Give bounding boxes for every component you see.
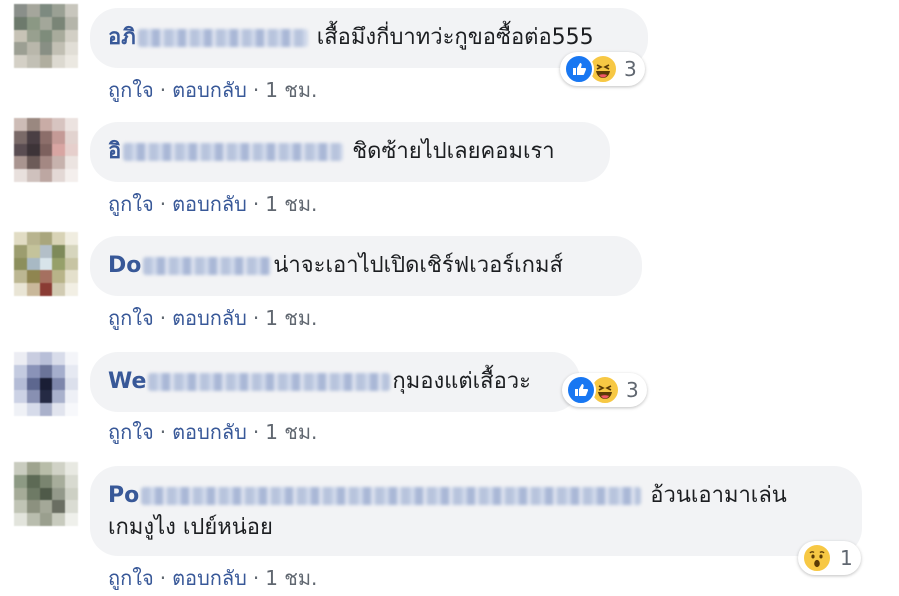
author-name[interactable]: อิ bbox=[108, 139, 121, 164]
timestamp[interactable]: 1 ชม. bbox=[265, 566, 317, 590]
comment-text: เสื้อมึงกี่บาทว่ะกูขอซื้อต่อ555 bbox=[316, 25, 594, 50]
reaction-summary[interactable]: 3 bbox=[560, 52, 645, 86]
comment-bubble: อิ ชิดซ้ายไปเลยคอมเรา bbox=[90, 122, 610, 182]
separator-dot: · bbox=[252, 192, 260, 216]
redacted-name bbox=[141, 487, 642, 505]
author-name[interactable]: Po bbox=[108, 483, 139, 508]
like-link[interactable]: ถูกใจ bbox=[108, 78, 154, 102]
comment-actions: ถูกใจ · ตอบกลับ · 1 ชม. bbox=[108, 188, 317, 220]
timestamp[interactable]: 1 ชม. bbox=[265, 306, 317, 330]
separator-dot: · bbox=[252, 420, 260, 444]
reaction-count: 3 bbox=[624, 57, 637, 81]
avatar[interactable] bbox=[14, 232, 78, 296]
reaction-summary[interactable]: 1 bbox=[798, 541, 861, 575]
redacted-name bbox=[137, 29, 308, 47]
reaction-count: 3 bbox=[626, 378, 639, 402]
comment-actions: ถูกใจ · ตอบกลับ · 1 ชม. bbox=[108, 74, 317, 106]
comment-bubble: Do น่าจะเอาไปเปิดเชิร์ฟเวอร์เกมส์ bbox=[90, 236, 642, 296]
like-link[interactable]: ถูกใจ bbox=[108, 566, 154, 590]
separator-dot: · bbox=[159, 192, 167, 216]
author-name[interactable]: Do bbox=[108, 253, 141, 278]
avatar[interactable] bbox=[14, 118, 78, 182]
timestamp[interactable]: 1 ชม. bbox=[265, 420, 317, 444]
comment-actions: ถูกใจ · ตอบกลับ · 1 ชม. bbox=[108, 302, 317, 334]
separator-dot: · bbox=[252, 78, 260, 102]
avatar[interactable] bbox=[14, 4, 78, 68]
author-name[interactable]: We bbox=[108, 369, 146, 394]
timestamp[interactable]: 1 ชม. bbox=[265, 192, 317, 216]
comment-actions: ถูกใจ · ตอบกลับ · 1 ชม. bbox=[108, 562, 317, 594]
redacted-name bbox=[123, 143, 344, 161]
like-link[interactable]: ถูกใจ bbox=[108, 420, 154, 444]
like-icon bbox=[566, 375, 596, 405]
separator-dot: · bbox=[159, 566, 167, 590]
reaction-summary[interactable]: 3 bbox=[562, 373, 647, 407]
reply-link[interactable]: ตอบกลับ bbox=[172, 306, 247, 330]
reply-link[interactable]: ตอบกลับ bbox=[172, 192, 247, 216]
reply-link[interactable]: ตอบกลับ bbox=[172, 420, 247, 444]
like-link[interactable]: ถูกใจ bbox=[108, 306, 154, 330]
comment-text-line2: เกมงูไง เปย์หน่อย bbox=[108, 515, 273, 540]
comment-text: ชิดซ้ายไปเลยคอมเรา bbox=[352, 139, 555, 164]
comment-actions: ถูกใจ · ตอบกลับ · 1 ชม. bbox=[108, 416, 317, 448]
comment-text: กุมองแต่เสื้อวะ bbox=[392, 369, 531, 394]
comment-text: อ้วนเอามาเล่น bbox=[650, 483, 787, 508]
author-name[interactable]: อภิ bbox=[108, 25, 136, 50]
reply-link[interactable]: ตอบกลับ bbox=[172, 78, 247, 102]
wow-icon bbox=[802, 543, 832, 573]
separator-dot: · bbox=[159, 78, 167, 102]
redacted-name bbox=[148, 373, 391, 391]
separator-dot: · bbox=[252, 566, 260, 590]
comment-bubble: Po อ้วนเอามาเล่น เกมงูไง เปย์หน่อย bbox=[90, 466, 862, 556]
like-icon bbox=[564, 54, 594, 84]
reply-link[interactable]: ตอบกลับ bbox=[172, 566, 247, 590]
separator-dot: · bbox=[252, 306, 260, 330]
separator-dot: · bbox=[159, 420, 167, 444]
timestamp[interactable]: 1 ชม. bbox=[265, 78, 317, 102]
separator-dot: · bbox=[159, 306, 167, 330]
avatar[interactable] bbox=[14, 352, 78, 416]
comment-text: น่าจะเอาไปเปิดเชิร์ฟเวอร์เกมส์ bbox=[273, 253, 563, 278]
avatar[interactable] bbox=[14, 462, 78, 526]
comment-bubble: We กุมองแต่เสื้อวะ bbox=[90, 352, 580, 412]
redacted-name bbox=[143, 257, 272, 275]
like-link[interactable]: ถูกใจ bbox=[108, 192, 154, 216]
reaction-count: 1 bbox=[840, 546, 853, 570]
